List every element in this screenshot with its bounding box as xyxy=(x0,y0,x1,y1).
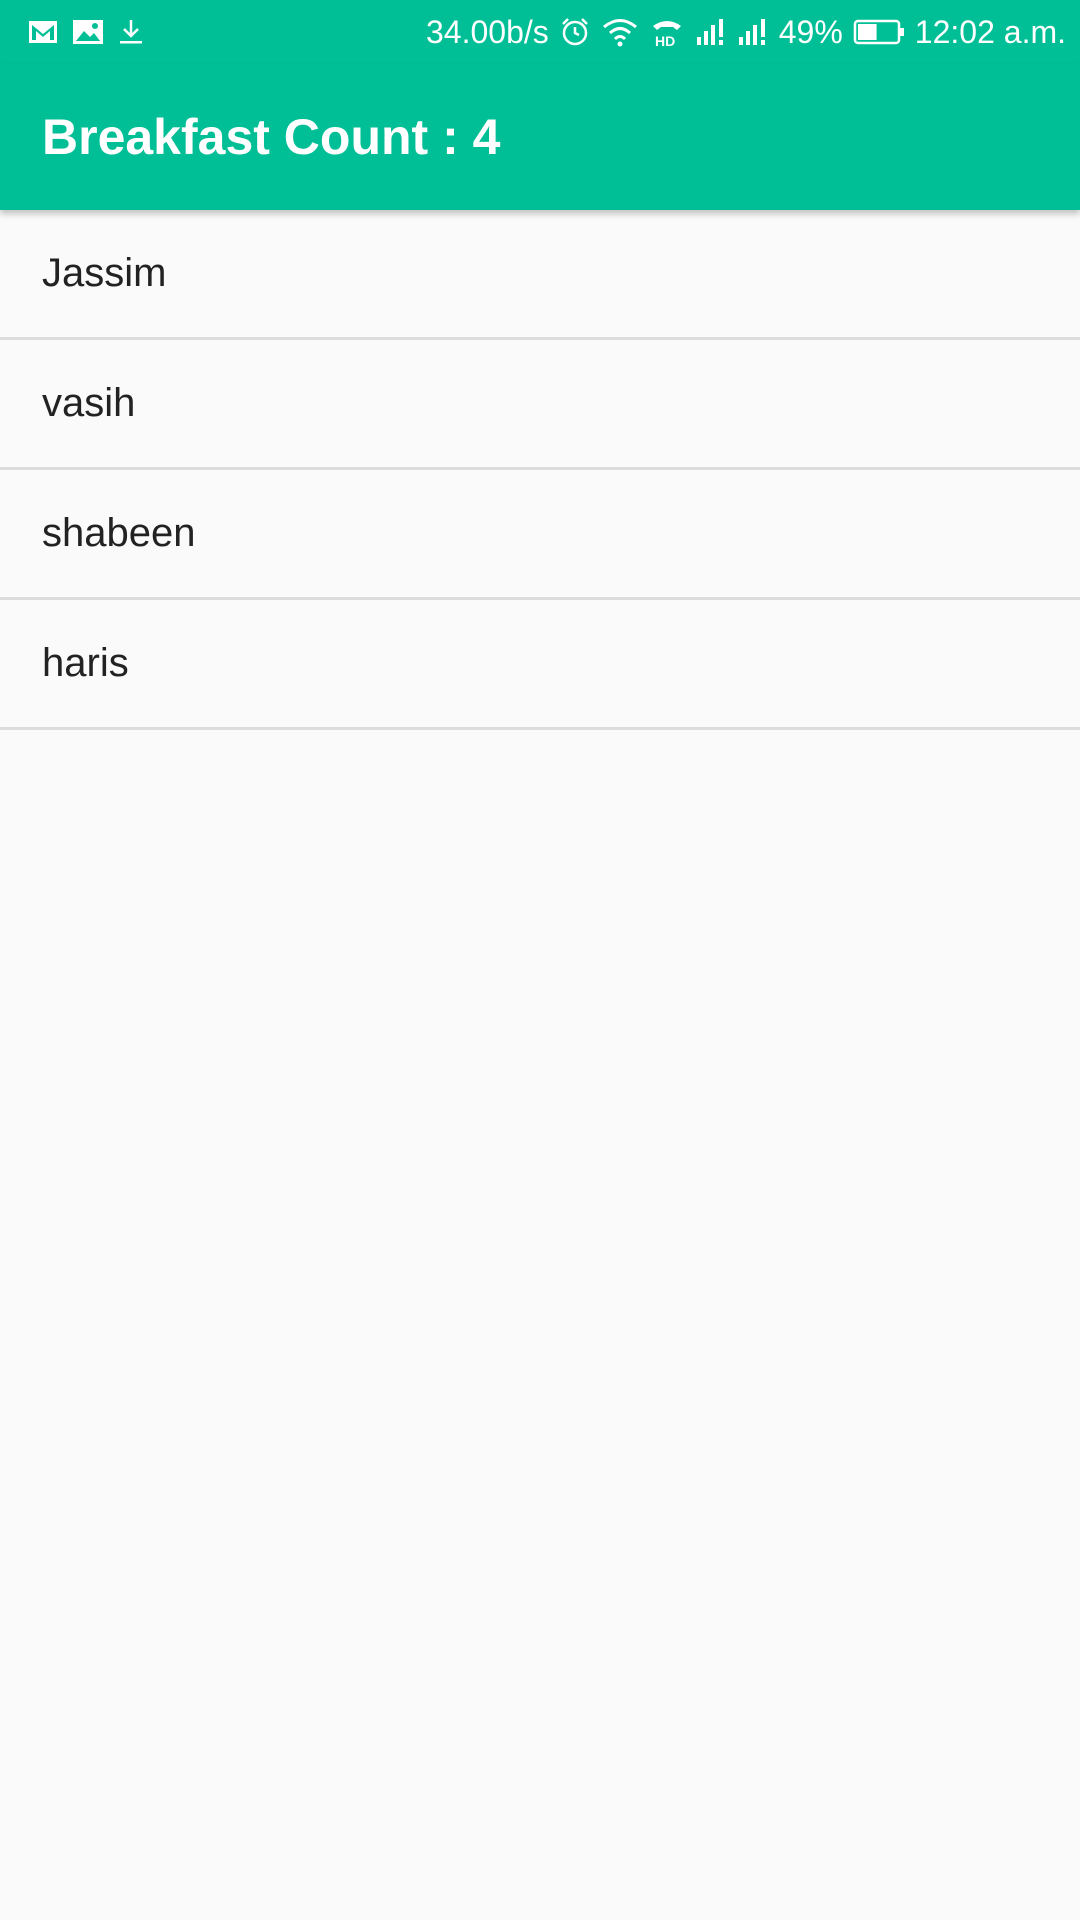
signal-icon xyxy=(695,17,727,47)
gallery-icon xyxy=(72,19,104,45)
app-screen: 34.00b/s HD 49% 12:02 a.m. Breakfast Cou… xyxy=(0,0,1080,1920)
list-item[interactable]: shabeen xyxy=(0,470,1080,600)
clock: 12:02 a.m. xyxy=(914,14,1066,50)
alarm-icon xyxy=(559,16,591,48)
svg-text:HD: HD xyxy=(655,33,675,48)
list-item-label: haris xyxy=(42,641,129,685)
status-bar: 34.00b/s HD 49% 12:02 a.m. xyxy=(0,0,1080,64)
app-bar: Breakfast Count : 4 xyxy=(0,64,1080,210)
battery-percent: 49% xyxy=(778,14,843,50)
list-item-label: shabeen xyxy=(42,511,196,555)
list-item[interactable]: vasih xyxy=(0,340,1080,470)
battery-icon xyxy=(853,18,905,46)
list-item[interactable]: haris xyxy=(0,600,1080,730)
network-speed: 34.00b/s xyxy=(425,14,549,50)
gmail-icon xyxy=(28,19,58,45)
notification-icons xyxy=(28,18,158,46)
signal-icon xyxy=(737,17,769,47)
download-icon xyxy=(118,18,144,46)
wifi-icon xyxy=(601,17,639,47)
page-title: Breakfast Count : 4 xyxy=(42,109,501,165)
list-item-label: vasih xyxy=(42,381,136,425)
name-list: Jassim vasih shabeen haris xyxy=(0,210,1080,730)
list-item-label: Jassim xyxy=(42,251,167,295)
battery-fill xyxy=(857,24,877,40)
hd-call-icon: HD xyxy=(649,16,685,48)
list-item[interactable]: Jassim xyxy=(0,210,1080,340)
system-indicators: 34.00b/s HD 49% 12:02 a.m. xyxy=(416,16,1066,48)
